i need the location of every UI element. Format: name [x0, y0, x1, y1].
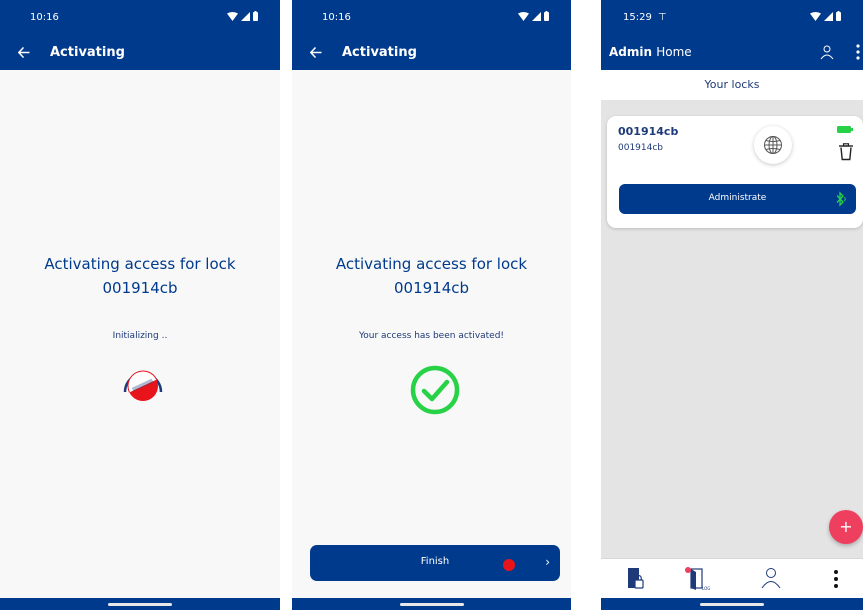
screen-admin-home: 15:29 ⊤ Admin Home Your locks 001914cb 00… [601, 0, 863, 610]
status-bar: 10:16 [0, 0, 280, 34]
lock-name: 001914cb [618, 125, 679, 138]
activation-heading: Activating access for lock 001914cb [292, 252, 571, 300]
globe-icon [764, 136, 782, 154]
title-bold: Admin [609, 45, 653, 59]
activation-heading: Activating access for lock 001914cb [0, 252, 280, 300]
chevron-right-icon: › [545, 555, 550, 569]
title-rest: Home [656, 45, 692, 59]
signal-icon [241, 11, 250, 21]
arrow-left-icon [18, 46, 30, 58]
status-time: 10:16 [322, 12, 351, 23]
back-button[interactable] [306, 42, 326, 62]
online-button[interactable] [754, 126, 792, 164]
activation-status: Your access has been activated! [358, 331, 505, 341]
heading-line-1: Activating access for lock [335, 255, 528, 273]
notification-dot [685, 567, 691, 573]
red-dot-icon [503, 559, 515, 571]
delete-lock-button[interactable] [838, 143, 854, 161]
battery-icon [544, 11, 549, 21]
home-handle[interactable] [700, 603, 764, 606]
heading-line-1: Activating access for lock [44, 255, 236, 273]
app-bar: Activating [0, 34, 280, 70]
page-title: Activating [50, 45, 125, 60]
finish-button[interactable]: Finish › [310, 545, 560, 581]
loading-spinner-icon [119, 364, 167, 404]
signal-icon [532, 11, 541, 21]
screen-activating-success: 10:16 Activating Activating access for l… [292, 0, 571, 610]
wifi-icon [227, 11, 238, 21]
app-bar: Activating [292, 34, 571, 70]
lock-id: 001914cb [618, 143, 664, 153]
lock-card[interactable]: 001914cb 001914cb Administrate [607, 116, 863, 228]
nav-locks[interactable] [621, 565, 651, 593]
system-nav-bar [601, 598, 863, 610]
log-label: LOG [702, 586, 711, 591]
person-icon [820, 45, 834, 60]
wifi-icon [518, 11, 529, 21]
battery-icon [836, 11, 841, 21]
lock-id: 001914cb [102, 279, 178, 297]
status-bar: 10:16 [292, 0, 571, 34]
page-title: Activating [342, 45, 417, 60]
administrate-button[interactable]: Administrate [619, 184, 856, 214]
more-vertical-icon [834, 570, 838, 588]
activation-status: Initializing .. [112, 331, 168, 341]
signal-icon [824, 11, 833, 21]
finish-button-label: Finish [420, 556, 450, 567]
lock-id: 001914cb [393, 279, 470, 297]
section-title: Your locks [601, 70, 863, 100]
home-handle[interactable] [399, 603, 464, 606]
more-menu-button[interactable] [853, 42, 863, 62]
back-button[interactable] [14, 42, 34, 62]
person-icon [761, 568, 781, 589]
more-vertical-icon [856, 44, 860, 60]
status-bar: 15:29 ⊤ [601, 0, 863, 34]
nav-log[interactable]: LOG [681, 565, 711, 593]
battery-icon [253, 11, 258, 21]
arrow-left-icon [310, 46, 322, 58]
profile-button[interactable] [819, 44, 835, 60]
page-title: Admin Home [609, 45, 692, 59]
system-nav-bar [0, 598, 280, 610]
add-lock-button[interactable]: + [829, 510, 863, 544]
battery-full-icon [837, 126, 853, 133]
status-time: 15:29 ⊤ [623, 12, 667, 23]
trash-icon [839, 143, 853, 161]
nav-profile[interactable] [756, 565, 786, 593]
app-bar: Admin Home [601, 34, 863, 70]
screen-activating-initializing: 10:16 Activating Activating access for l… [0, 0, 280, 610]
administrate-label: Administrate [708, 193, 767, 203]
wifi-icon [810, 11, 821, 21]
status-time: 10:16 [30, 12, 59, 23]
bluetooth-icon [836, 191, 846, 207]
check-circle-icon [409, 364, 461, 416]
home-handle[interactable] [108, 603, 172, 606]
door-lock-icon [628, 568, 644, 589]
bottom-nav: LOG [601, 558, 863, 598]
system-nav-bar [292, 598, 571, 610]
status-extra-icon: ⊤ [657, 12, 667, 23]
nav-more[interactable] [821, 565, 851, 593]
